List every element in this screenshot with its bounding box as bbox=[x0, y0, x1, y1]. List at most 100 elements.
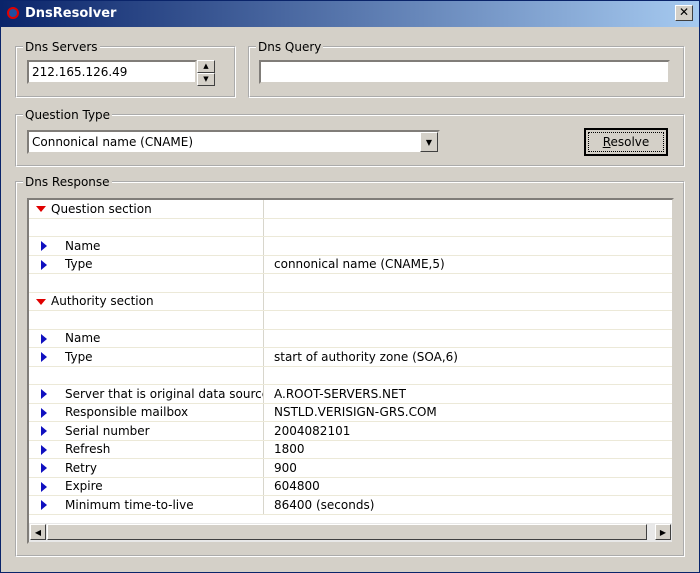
spin-up-icon[interactable]: ▲ bbox=[197, 60, 215, 73]
row-label-cell: Responsible mailbox bbox=[29, 403, 264, 422]
item-right-triangle-icon bbox=[41, 389, 47, 400]
expand-down-triangle-icon[interactable] bbox=[36, 206, 46, 213]
blank-row bbox=[29, 218, 672, 237]
scroll-left-icon[interactable]: ◀ bbox=[30, 524, 46, 540]
list-item[interactable]: Serial number 2004082101 bbox=[29, 421, 672, 441]
row-label-cell: Type bbox=[29, 347, 264, 367]
close-button[interactable]: ✕ bbox=[675, 5, 693, 21]
dns-servers-input[interactable]: 212.165.126.49 bbox=[27, 60, 197, 84]
section-row[interactable]: Question section bbox=[29, 200, 672, 219]
expand-down-triangle-icon[interactable] bbox=[36, 298, 46, 305]
row-label: Type bbox=[65, 349, 93, 364]
row-label-cell: Name bbox=[29, 329, 264, 348]
row-label: Question section bbox=[51, 201, 152, 216]
row-value bbox=[263, 329, 672, 348]
row-label-cell: Expire bbox=[29, 477, 264, 496]
dropdown-arrow-icon[interactable]: ▼ bbox=[420, 132, 438, 152]
row-label-cell bbox=[29, 310, 264, 330]
row-label: Server that is original data source bbox=[65, 386, 264, 401]
row-value: connonical name (CNAME,5) bbox=[263, 255, 672, 274]
list-item[interactable]: Retry 900 bbox=[29, 458, 672, 478]
row-label: Name bbox=[65, 331, 101, 346]
row-label: Expire bbox=[65, 479, 103, 494]
row-value bbox=[263, 218, 672, 237]
row-label: Minimum time-to-live bbox=[65, 497, 194, 512]
item-right-triangle-icon bbox=[41, 463, 47, 474]
row-label: Serial number bbox=[65, 423, 150, 438]
row-label-cell: Authority section bbox=[29, 292, 264, 311]
row-label: Name bbox=[65, 238, 101, 253]
dns-resolver-window: DnsResolver ✕ Dns Servers 212.165.126.49… bbox=[0, 0, 700, 573]
row-label-cell: Type bbox=[29, 255, 264, 274]
spin-down-icon[interactable]: ▼ bbox=[197, 73, 215, 86]
row-label-cell bbox=[29, 366, 264, 385]
row-value: 604800 bbox=[263, 477, 672, 496]
item-right-triangle-icon bbox=[41, 241, 47, 252]
row-value: NSTLD.VERISIGN-GRS.COM bbox=[263, 403, 672, 422]
row-label-cell: Refresh bbox=[29, 440, 264, 459]
question-type-select[interactable]: Connonical name (CNAME) bbox=[27, 130, 440, 154]
row-value: 86400 (seconds) bbox=[263, 495, 672, 515]
list-item[interactable]: Type connonical name (CNAME,5) bbox=[29, 255, 672, 274]
dns-query-input[interactable] bbox=[259, 60, 670, 84]
row-label: Retry bbox=[65, 460, 97, 475]
item-right-triangle-icon bbox=[41, 352, 47, 363]
dns-servers-spinner[interactable]: ▲ ▼ bbox=[197, 60, 215, 86]
row-value bbox=[263, 366, 672, 385]
row-value: start of authority zone (SOA,6) bbox=[263, 347, 672, 367]
item-right-triangle-icon bbox=[41, 444, 47, 455]
title-bar[interactable]: DnsResolver ✕ bbox=[1, 1, 699, 27]
resolve-button-label: Resolve bbox=[602, 135, 650, 149]
row-value bbox=[263, 200, 672, 219]
blank-row bbox=[29, 273, 672, 293]
question-type-legend: Question Type bbox=[25, 108, 111, 122]
item-right-triangle-icon bbox=[41, 500, 47, 511]
list-item[interactable]: Minimum time-to-live 86400 (seconds) bbox=[29, 495, 672, 515]
item-right-triangle-icon bbox=[41, 333, 47, 344]
list-item[interactable]: Refresh 1800 bbox=[29, 440, 672, 459]
blank-row bbox=[29, 366, 672, 385]
row-label-cell: Serial number bbox=[29, 421, 264, 441]
item-right-triangle-icon bbox=[41, 481, 47, 492]
row-label-cell bbox=[29, 273, 264, 293]
row-label: Type bbox=[65, 257, 93, 272]
list-item[interactable]: Name bbox=[29, 236, 672, 256]
scroll-thumb[interactable] bbox=[47, 524, 647, 540]
list-item[interactable]: Name bbox=[29, 329, 672, 348]
dns-servers-legend: Dns Servers bbox=[25, 40, 98, 54]
app-icon bbox=[7, 7, 19, 19]
list-item[interactable]: Server that is original data source A.ROO… bbox=[29, 384, 672, 404]
row-label-cell: Name bbox=[29, 236, 264, 256]
row-value bbox=[263, 236, 672, 256]
section-row[interactable]: Authority section bbox=[29, 292, 672, 311]
scroll-right-icon[interactable]: ▶ bbox=[655, 524, 671, 540]
row-label-cell: Minimum time-to-live bbox=[29, 495, 264, 515]
dns-query-legend: Dns Query bbox=[258, 40, 322, 54]
horizontal-scrollbar[interactable]: ◀ ▶ bbox=[29, 523, 672, 542]
row-label: Authority section bbox=[51, 294, 154, 309]
item-right-triangle-icon bbox=[41, 259, 47, 270]
dns-response-list[interactable]: Question section Name Type connonical name … bbox=[27, 198, 674, 544]
row-value bbox=[263, 310, 672, 330]
item-right-triangle-icon bbox=[41, 426, 47, 437]
row-label-cell bbox=[29, 218, 264, 237]
row-label-cell: Server that is original data source bbox=[29, 384, 264, 404]
list-item[interactable]: Responsible mailbox NSTLD.VERISIGN-GRS.CO… bbox=[29, 403, 672, 422]
list-item[interactable]: Expire 604800 bbox=[29, 477, 672, 496]
row-value bbox=[263, 273, 672, 293]
row-value bbox=[263, 292, 672, 311]
row-value: 900 bbox=[263, 458, 672, 478]
row-label: Responsible mailbox bbox=[65, 405, 189, 420]
dns-response-table: Question section Name Type connonical name … bbox=[29, 200, 672, 515]
item-right-triangle-icon bbox=[41, 407, 47, 418]
row-label: Refresh bbox=[65, 442, 111, 457]
row-value: 1800 bbox=[263, 440, 672, 459]
blank-row bbox=[29, 310, 672, 330]
resolve-button[interactable]: Resolve bbox=[584, 128, 668, 156]
row-label-cell: Retry bbox=[29, 458, 264, 478]
row-value: A.ROOT-SERVERS.NET bbox=[263, 384, 672, 404]
window-title: DnsResolver bbox=[25, 6, 117, 21]
list-item[interactable]: Type start of authority zone (SOA,6) bbox=[29, 347, 672, 367]
row-label-cell: Question section bbox=[29, 200, 264, 219]
dns-response-legend: Dns Response bbox=[25, 175, 110, 189]
